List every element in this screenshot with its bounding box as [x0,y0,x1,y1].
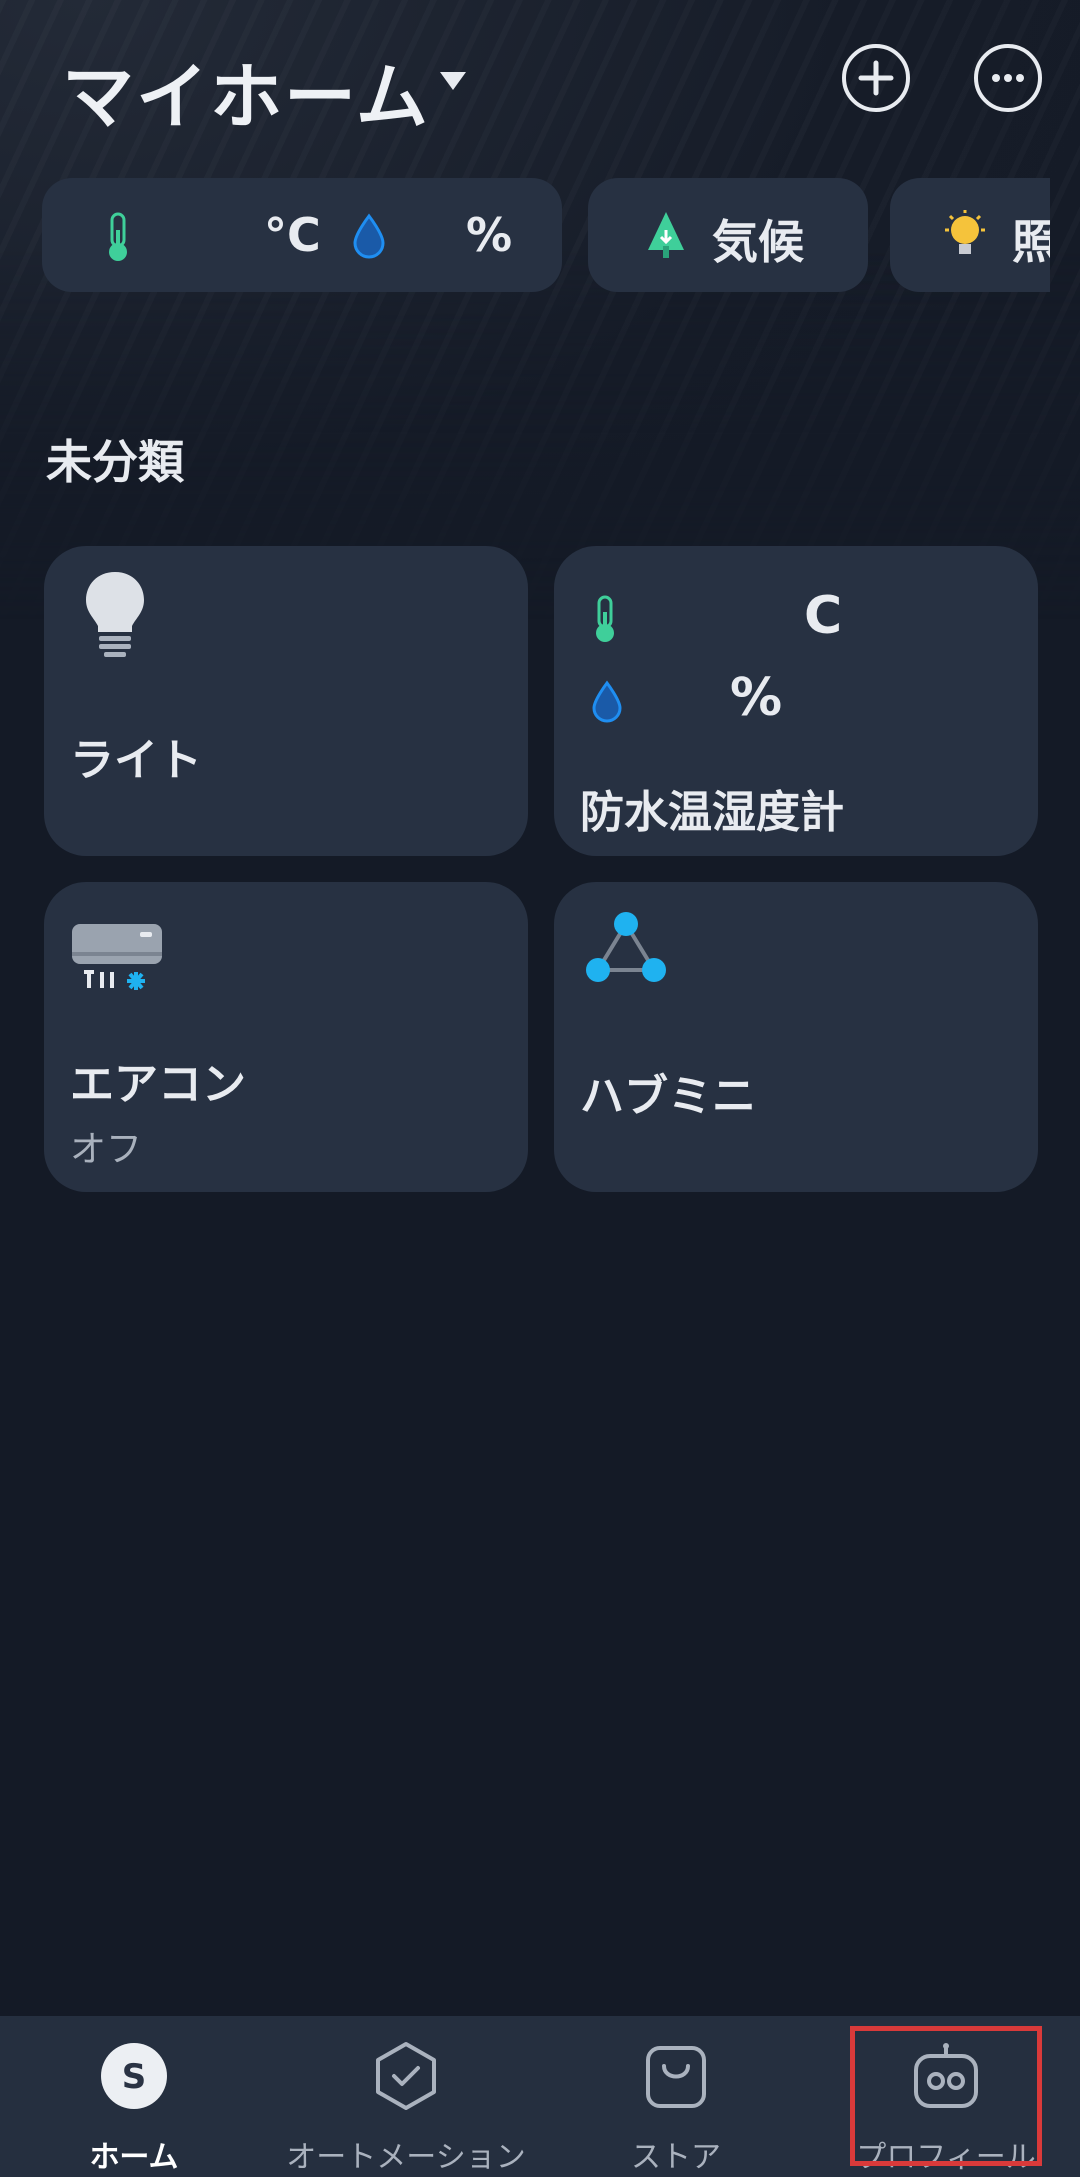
climate-chip[interactable]: 気候 [588,178,868,292]
svg-text:S: S [122,2057,147,2097]
climate-label: 気候 [712,215,804,269]
tab-label: ストア [631,2140,721,2175]
thermometer-icon [109,212,127,261]
hub-icon [586,912,666,982]
humidity-drop-icon [353,213,385,259]
lighting-chip[interactable]: 照 [890,178,1050,292]
tab-home[interactable]: S ホーム [46,2016,222,2177]
store-bag-icon [646,2046,706,2108]
device-card-thermometer[interactable]: C % 防水温湿度計 [554,546,1038,856]
temp-humidity-chip[interactable]: °C % [42,178,562,292]
device-name: 防水温湿度計 [580,787,844,838]
air-conditioner-icon [72,924,162,990]
temperature-unit: C [804,586,843,646]
home-selector[interactable]: マイホーム [62,38,430,143]
lightbulb-icon [86,572,144,657]
summary-chips: °C % 気候 照 [42,178,1050,292]
humidity-drop-icon [592,680,622,723]
humidity-unit: % [730,668,783,728]
thermometer-icon [596,595,614,642]
device-status: オフ [70,1129,143,1170]
tab-store[interactable]: ストア [596,2016,756,2177]
plus-circle-icon[interactable] [842,44,910,112]
more-horizontal-icon[interactable] [974,44,1042,112]
home-s-icon: S [101,2043,167,2109]
header: マイホーム [0,0,1080,160]
humidity-unit: % [466,208,513,262]
device-name: ライト [70,735,202,786]
lightbulb-icon [945,210,985,254]
section-title: 未分類 [46,435,184,489]
temperature-unit: °C [264,208,321,262]
device-card-light[interactable]: ライト [44,546,528,856]
tab-automation[interactable]: オートメーション [282,2016,530,2177]
tree-icon [648,212,684,258]
tab-label: ホーム [89,2140,179,2175]
device-card-hub[interactable]: ハブミニ [554,882,1038,1192]
caret-down-icon[interactable] [440,72,466,90]
profile-tab-highlight [850,2026,1042,2166]
automation-icon [376,2042,436,2110]
device-name: ハブミニ [580,1071,756,1122]
device-card-aircon[interactable]: エアコン オフ [44,882,528,1192]
tab-label: オートメーション [286,2140,526,2175]
device-name: エアコン [70,1059,246,1110]
lighting-label: 照 [1012,215,1050,269]
